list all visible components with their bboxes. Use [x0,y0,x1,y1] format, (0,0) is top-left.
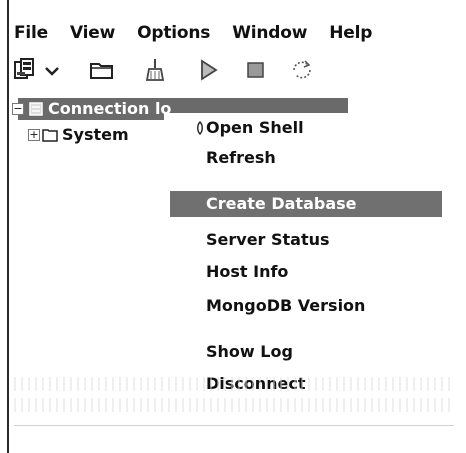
connect-icon [14,58,34,79]
menu-item-show-log[interactable]: Show Log [164,339,456,365]
menu-item-label: Create Database [206,194,357,213]
menu-file[interactable]: File [14,23,48,43]
connect-dropdown-button[interactable] [42,56,70,84]
menu-item-mongodb-version[interactable]: MongoDB Version [164,293,456,319]
divider [14,425,454,426]
menu-item-create-database[interactable]: Create Database [170,191,442,217]
play-icon [201,59,218,81]
open-folder-button[interactable] [88,56,116,84]
clear-button[interactable] [142,56,170,84]
background-artifact [14,398,454,412]
menu-item-label: Show Log [206,342,293,361]
connect-button[interactable] [12,56,40,84]
menu-window[interactable]: Window [232,23,307,43]
refresh-icon [293,60,311,79]
window-left-border [7,0,9,453]
expand-icon[interactable]: + [28,129,40,141]
tree-node-label: System [62,125,129,144]
menu-item-refresh[interactable]: Refresh [164,145,456,171]
folder-icon [90,63,113,79]
menu-options[interactable]: Options [137,23,210,43]
menu-view[interactable]: View [70,23,115,43]
menu-item-label: Host Info [206,262,289,281]
stop-icon [247,62,264,78]
folder-icon [42,129,58,142]
menu-bar: File View Options Window Help [14,20,394,46]
menu-item-server-status[interactable]: Server Status [164,227,456,253]
collapse-icon[interactable]: − [12,103,24,115]
tree-node-label: Connection lo [48,99,172,118]
stop-button[interactable] [242,56,270,84]
shell-icon [197,121,203,135]
menu-item-label: MongoDB Version [206,296,366,315]
toolbar [12,56,372,86]
broom-icon [145,59,165,81]
background-artifact [14,377,454,391]
menu-item-label: Open Shell [206,118,304,137]
server-icon [29,102,43,116]
menu-item-host-info[interactable]: Host Info [164,259,456,285]
menu-item-label: Server Status [206,230,330,249]
menu-help[interactable]: Help [329,23,372,43]
refresh-button[interactable] [288,56,316,84]
dropdown-arrow-icon [45,67,59,76]
menu-item-label: Refresh [206,148,276,167]
run-button[interactable] [194,56,222,84]
context-menu: Open Shell Refresh Create Database Serve… [164,113,456,403]
menu-item-open-shell[interactable]: Open Shell [164,115,456,141]
